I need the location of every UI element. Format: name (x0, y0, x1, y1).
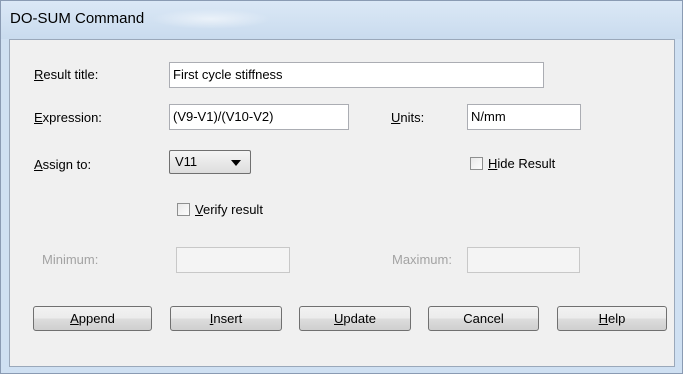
help-button[interactable]: Help (557, 306, 667, 331)
title-bar-glow (151, 9, 271, 29)
chevron-down-icon (231, 160, 241, 166)
assign-to-selected-value: V11 (175, 154, 198, 169)
append-button[interactable]: Append (33, 306, 152, 331)
verify-result-label[interactable]: Verify result (195, 202, 263, 217)
assign-to-dropdown[interactable]: V11 (169, 150, 251, 174)
hide-result-label[interactable]: Hide Result (488, 156, 555, 171)
cancel-button[interactable]: Cancel (428, 306, 539, 331)
minimum-input[interactable] (176, 247, 290, 273)
units-input[interactable]: N/mm (467, 104, 581, 130)
title-bar[interactable]: DO-SUM Command (1, 1, 682, 39)
units-label: Units: (391, 110, 425, 125)
result-title-input[interactable]: First cycle stiffness (169, 62, 544, 88)
minimum-label: Minimum: (42, 252, 99, 267)
hide-result-checkbox[interactable] (470, 157, 483, 170)
update-button[interactable]: Update (299, 306, 411, 331)
expression-input[interactable]: (V9-V1)/(V10-V2) (169, 104, 349, 130)
maximum-input[interactable] (467, 247, 580, 273)
verify-result-checkbox[interactable] (177, 203, 190, 216)
assign-to-label: Assign to: (34, 157, 92, 172)
dialog-body: Result title: First cycle stiffness Expr… (9, 39, 675, 367)
dialog-window: DO-SUM Command Result title: First cycle… (0, 0, 683, 374)
window-title: DO-SUM Command (10, 10, 145, 27)
result-title-label: Result title: (34, 67, 99, 82)
expression-label: Expression: (34, 110, 102, 125)
maximum-label: Maximum: (392, 252, 452, 267)
insert-button[interactable]: Insert (170, 306, 282, 331)
